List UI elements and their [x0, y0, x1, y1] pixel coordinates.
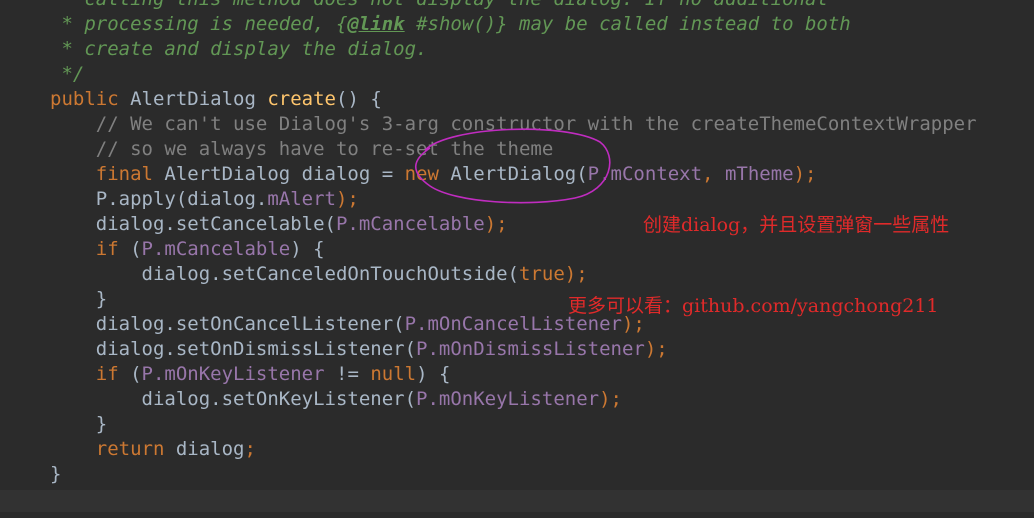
- hand-drawn-ellipse-annotation: [414, 128, 611, 204]
- annotation-note-create-dialog: 创建dialog，并且设置弹窗一些属性: [643, 214, 950, 236]
- code-editor[interactable]: * calling this method does not display t…: [0, 0, 1034, 518]
- annotation-note-more-info: 更多可以看：github.com/yangchong211: [568, 295, 939, 317]
